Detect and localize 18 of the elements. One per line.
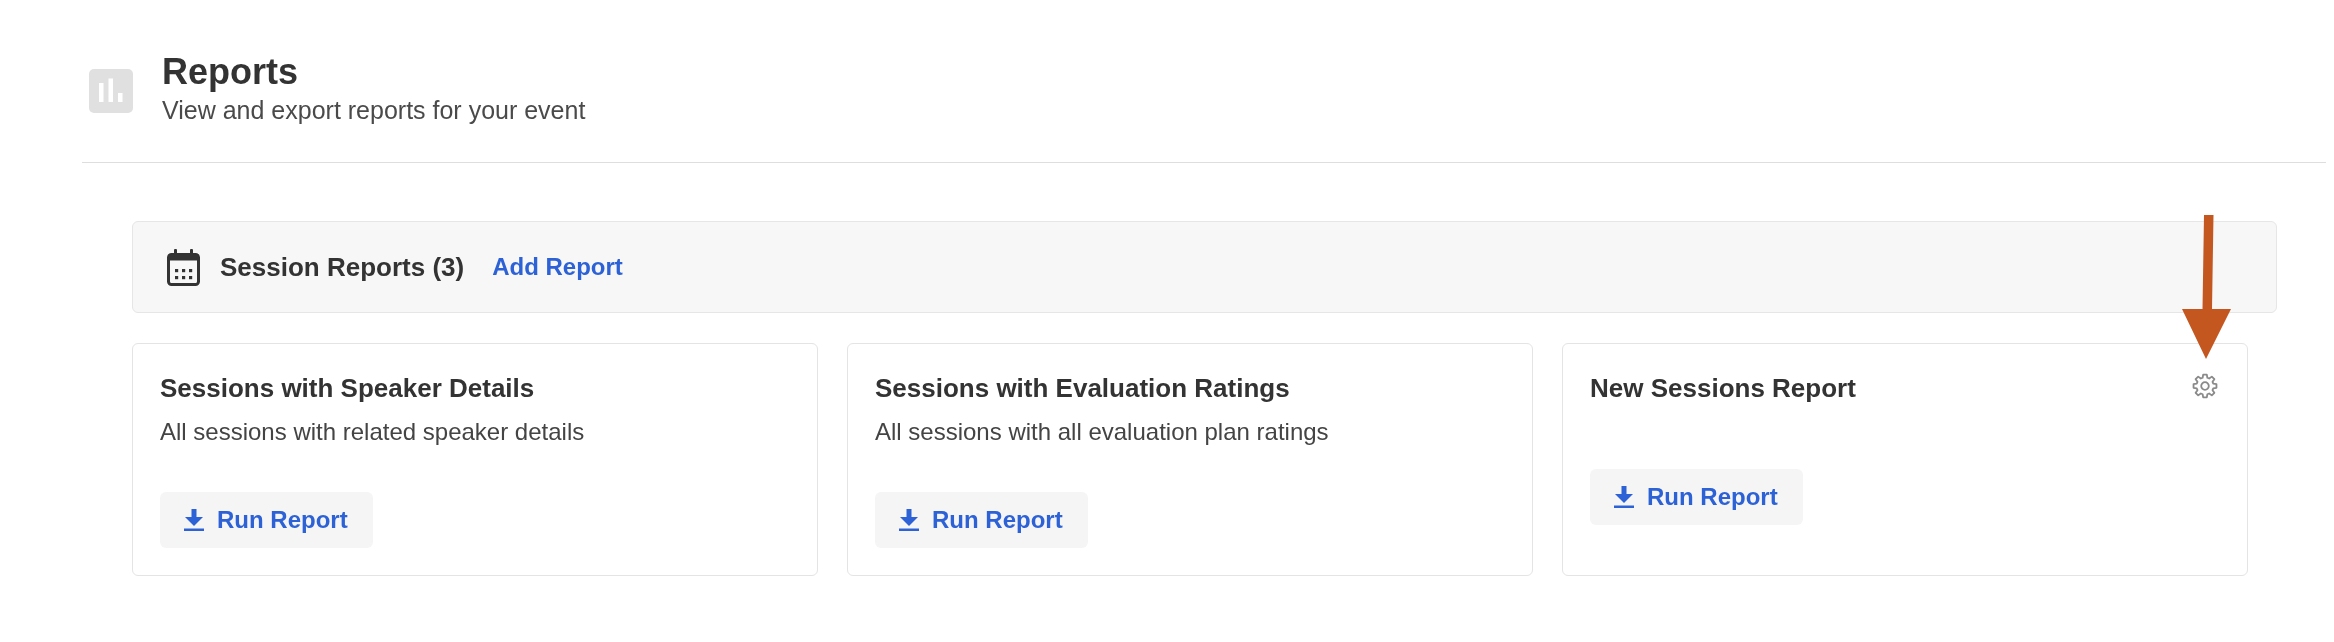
calendar-icon xyxy=(167,248,200,286)
settings-icon[interactable] xyxy=(2192,373,2218,399)
download-icon xyxy=(184,509,204,531)
report-title: Sessions with Speaker Details xyxy=(160,373,535,403)
page-subtitle: View and export reports for your event xyxy=(162,96,586,125)
run-report-button[interactable]: Run Report xyxy=(1590,469,1803,525)
download-icon xyxy=(899,509,919,531)
add-report-link[interactable]: Add Report xyxy=(492,252,623,282)
report-description: All sessions with related speaker details xyxy=(160,417,585,447)
page-title: Reports xyxy=(162,50,300,94)
run-report-button[interactable]: Run Report xyxy=(160,492,373,548)
download-icon xyxy=(1614,486,1634,508)
section-title: Session Reports (3) xyxy=(220,251,465,283)
bar-chart-icon xyxy=(89,69,133,113)
run-report-button[interactable]: Run Report xyxy=(875,492,1088,548)
report-title: Sessions with Evaluation Ratings xyxy=(875,373,1290,403)
report-description: All sessions with all evaluation plan ratings xyxy=(875,417,1329,447)
report-title: New Sessions Report xyxy=(1590,373,1856,403)
